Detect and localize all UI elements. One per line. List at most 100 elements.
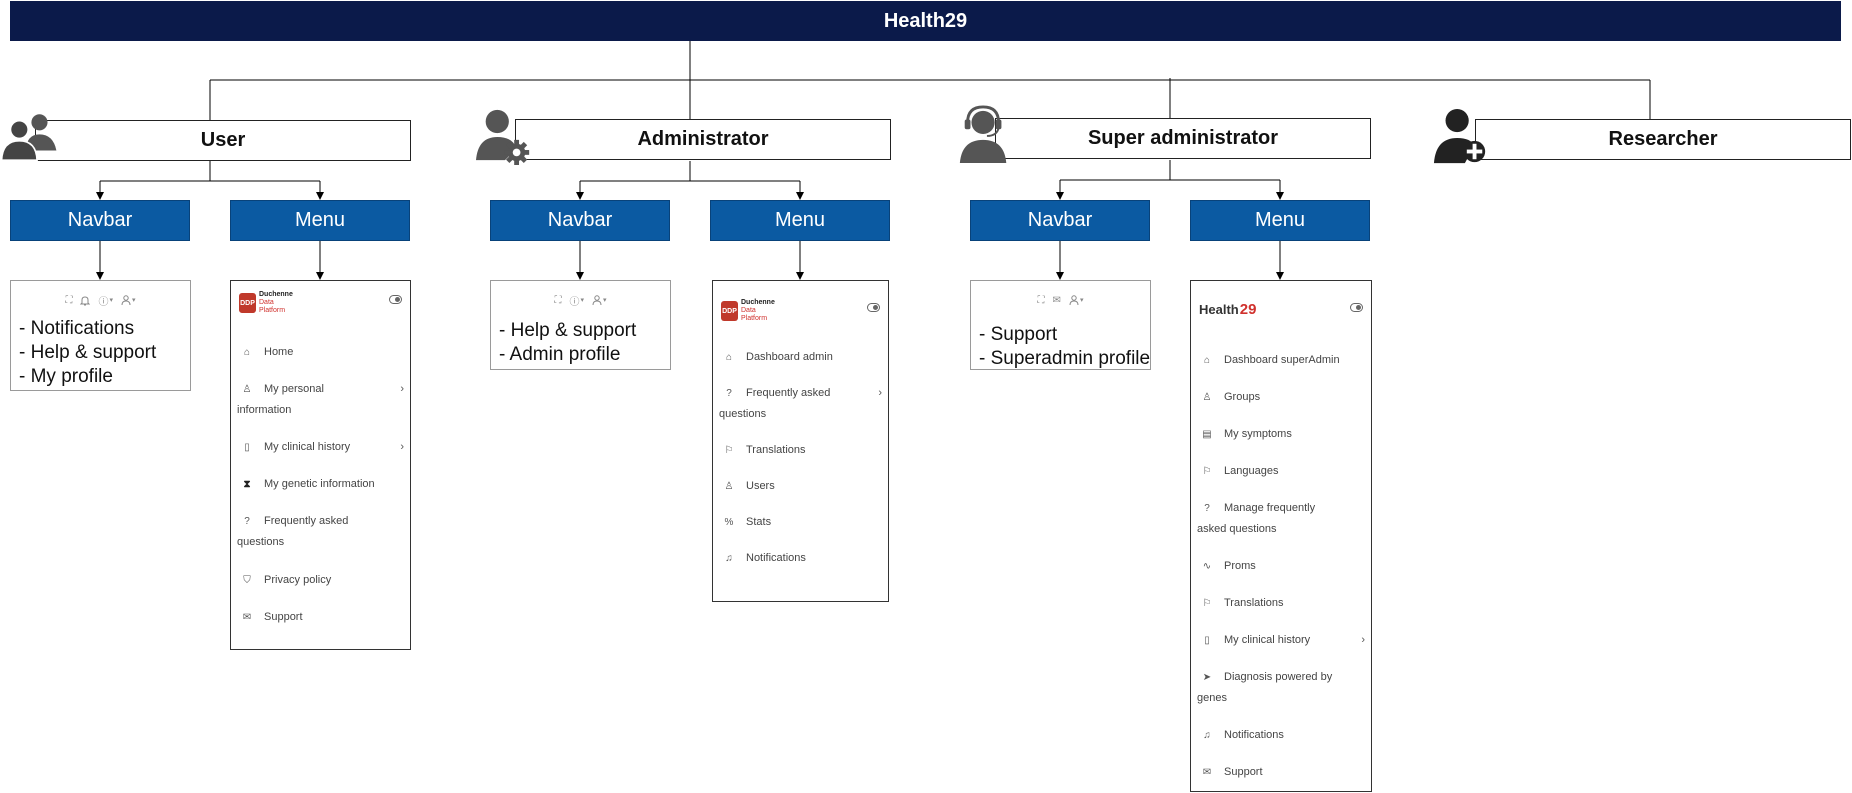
clipboard-icon: ▯ [244, 442, 250, 453]
menu-item-label: Notifications [746, 552, 806, 564]
home-icon: ⌂ [1203, 355, 1211, 366]
menu-tag-administrator: Menu [710, 200, 890, 241]
shield-icon: ⛉ [243, 575, 251, 586]
menu-item-label: Notifications [1224, 729, 1284, 741]
mail-icon: ✉ [242, 612, 252, 623]
menu-item-label: Support [264, 611, 303, 623]
menu-item-stats[interactable]: % Stats [719, 512, 882, 533]
navbar-box-super-administrator: ⛶ ✉ ▾ - Support - Superadmin profile [970, 280, 1151, 370]
theme-toggle[interactable] [867, 303, 880, 312]
theme-toggle[interactable] [1350, 303, 1363, 312]
role-box-researcher: Researcher [1475, 119, 1851, 160]
menu-item-support[interactable]: ✉ Support [1197, 762, 1365, 783]
menu-item-label: Translations [1224, 597, 1284, 609]
menu-item-languages[interactable]: ⚐ Languages [1197, 461, 1365, 482]
menu-item-translations[interactable]: ⚐ Translations [1197, 593, 1365, 614]
user-icon: ▾ [121, 295, 136, 305]
menu-item-label-line2: questions [237, 536, 285, 548]
menu-item-my-personal-information[interactable]: ♙ My personal › information [237, 379, 404, 420]
menu-item-label: Translations [746, 444, 806, 456]
navbar-line: - Help & support [499, 320, 637, 341]
user-gear-icon [476, 109, 530, 165]
role-label: User [200, 129, 246, 151]
menu-item-users[interactable]: ♙ Users [719, 476, 882, 497]
flag-icon: ⚐ [724, 445, 734, 456]
logo-badge: DDP [239, 293, 256, 313]
menu-item-home[interactable]: ⌂ Home [237, 342, 404, 363]
logo-line: Data [259, 299, 274, 306]
menu-item-frequently-asked-questions[interactable]: ? Frequently asked › questions [719, 383, 882, 424]
help-circle-icon: ⓘ ▾ [569, 296, 584, 308]
menu-item-groups[interactable]: ♙ Groups [1197, 387, 1365, 408]
menu-item-frequently-asked-questions[interactable]: ? Frequently asked questions [237, 511, 404, 552]
title-bar: Health29 [10, 1, 1841, 41]
navbar-line: - Help & support [19, 342, 157, 363]
logo-line: Duchenne [741, 299, 775, 306]
menu-label: Menu [294, 209, 346, 231]
menu-item-privacy-policy[interactable]: ⛉ Privacy policy [237, 570, 404, 591]
user-icon: ▾ [592, 295, 607, 305]
menu-item-label: Frequently asked [746, 387, 831, 399]
bell-icon [80, 295, 91, 306]
navbar-line: - My profile [19, 366, 113, 387]
menu-item-dashboard-admin[interactable]: ⌂ Dashboard admin [719, 347, 882, 368]
role-label: Administrator [637, 128, 769, 150]
menu-item-label: Groups [1224, 391, 1261, 403]
dna-icon: ⧗ [243, 479, 251, 490]
user-icon: ▾ [1069, 295, 1083, 305]
menu-item-notifications[interactable]: ♫ Notifications [1197, 725, 1365, 746]
menu-item-label: Dashboard admin [746, 351, 833, 363]
users-group-icon [0, 114, 57, 161]
navbar-box-administrator: ⛶ ⓘ ▾ ▾ - Help & support - Admin profile [490, 280, 671, 370]
home-icon: ⌂ [725, 352, 733, 363]
menu-item-proms[interactable]: ∿ Proms [1197, 556, 1365, 577]
menu-box-super-administrator: Health 29 ⌂ Dashboard superAdmin ♙ Groups … [1190, 280, 1372, 792]
navbar-box-user: ⛶ ⓘ ▾ ▾ - Notifications - Help & support … [10, 280, 191, 391]
navbar-icons: ⛶ ⓘ ▾ ▾ [11, 293, 190, 308]
navbar-tag-user: Navbar [10, 200, 190, 241]
menu-label: Menu [774, 209, 826, 231]
menu-item-dashboard-superadmin[interactable]: ⌂ Dashboard superAdmin [1197, 350, 1365, 371]
activity-icon: ∿ [1202, 561, 1212, 572]
help-circle-icon: ? [726, 388, 732, 399]
logo: DDP Duchenne Data Platform [721, 299, 775, 323]
fullscreen-icon: ⛶ [554, 294, 562, 306]
percent-icon: % [724, 517, 734, 528]
help-circle-icon: ? [1204, 503, 1210, 514]
navbar-description: - Notifications - Help & support - My pr… [19, 317, 188, 389]
menu-item-support[interactable]: ✉ Support [237, 607, 404, 628]
role-box-super-administrator: Super administrator [995, 118, 1371, 159]
flag-icon: ⚐ [1202, 598, 1212, 609]
menu-box-user: DDP Duchenne Data Platform ⌂ Home ♙ My per… [230, 280, 411, 650]
menu-item-label: Stats [746, 516, 772, 528]
navbar-label: Navbar [67, 209, 133, 231]
navbar-label: Navbar [547, 209, 613, 231]
menu-item-label: My genetic information [264, 478, 375, 490]
users-icon: ♙ [1202, 392, 1212, 403]
users-icon: ♙ [724, 481, 734, 492]
menu-item-translations[interactable]: ⚐ Translations [719, 440, 882, 461]
menu-item-notifications[interactable]: ♫ Notifications [719, 548, 882, 569]
menu-item-my-clinical-history[interactable]: ▯ My clinical history › [1197, 630, 1365, 651]
fullscreen-icon: ⛶ [65, 294, 73, 306]
menu-item-label: My symptoms [1224, 428, 1292, 440]
theme-toggle[interactable] [389, 295, 402, 304]
menu-item-my-symptoms[interactable]: ▤ My symptoms [1197, 424, 1365, 445]
menu-item-label: Languages [1224, 465, 1279, 477]
menu-item-diagnosis-powered-by-genes[interactable]: ➤ Diagnosis powered by genes [1197, 667, 1365, 708]
menu-item-label: My clinical history [264, 441, 351, 453]
menu-tag-user: Menu [230, 200, 410, 241]
menu-item-label: My personal [264, 383, 324, 395]
role-label: Researcher [1608, 128, 1718, 150]
menu-item-my-genetic-information[interactable]: ⧗ My genetic information [237, 474, 404, 495]
menu-item-label-line2: questions [719, 408, 767, 420]
menu-item-manage-frequently-asked-questions[interactable]: ? Manage frequently asked questions [1197, 498, 1365, 539]
user-headset-icon [959, 105, 1007, 164]
logo: Health 29 [1199, 301, 1256, 318]
user-icon: ♙ [242, 384, 252, 395]
menu-item-label: Users [746, 480, 775, 492]
chevron-right-icon: › [1361, 634, 1365, 646]
role-box-user: User [35, 120, 411, 161]
menu-item-my-clinical-history[interactable]: ▯ My clinical history › [237, 437, 404, 458]
navbar-icons: ⛶ ⓘ ▾ ▾ [491, 293, 670, 308]
